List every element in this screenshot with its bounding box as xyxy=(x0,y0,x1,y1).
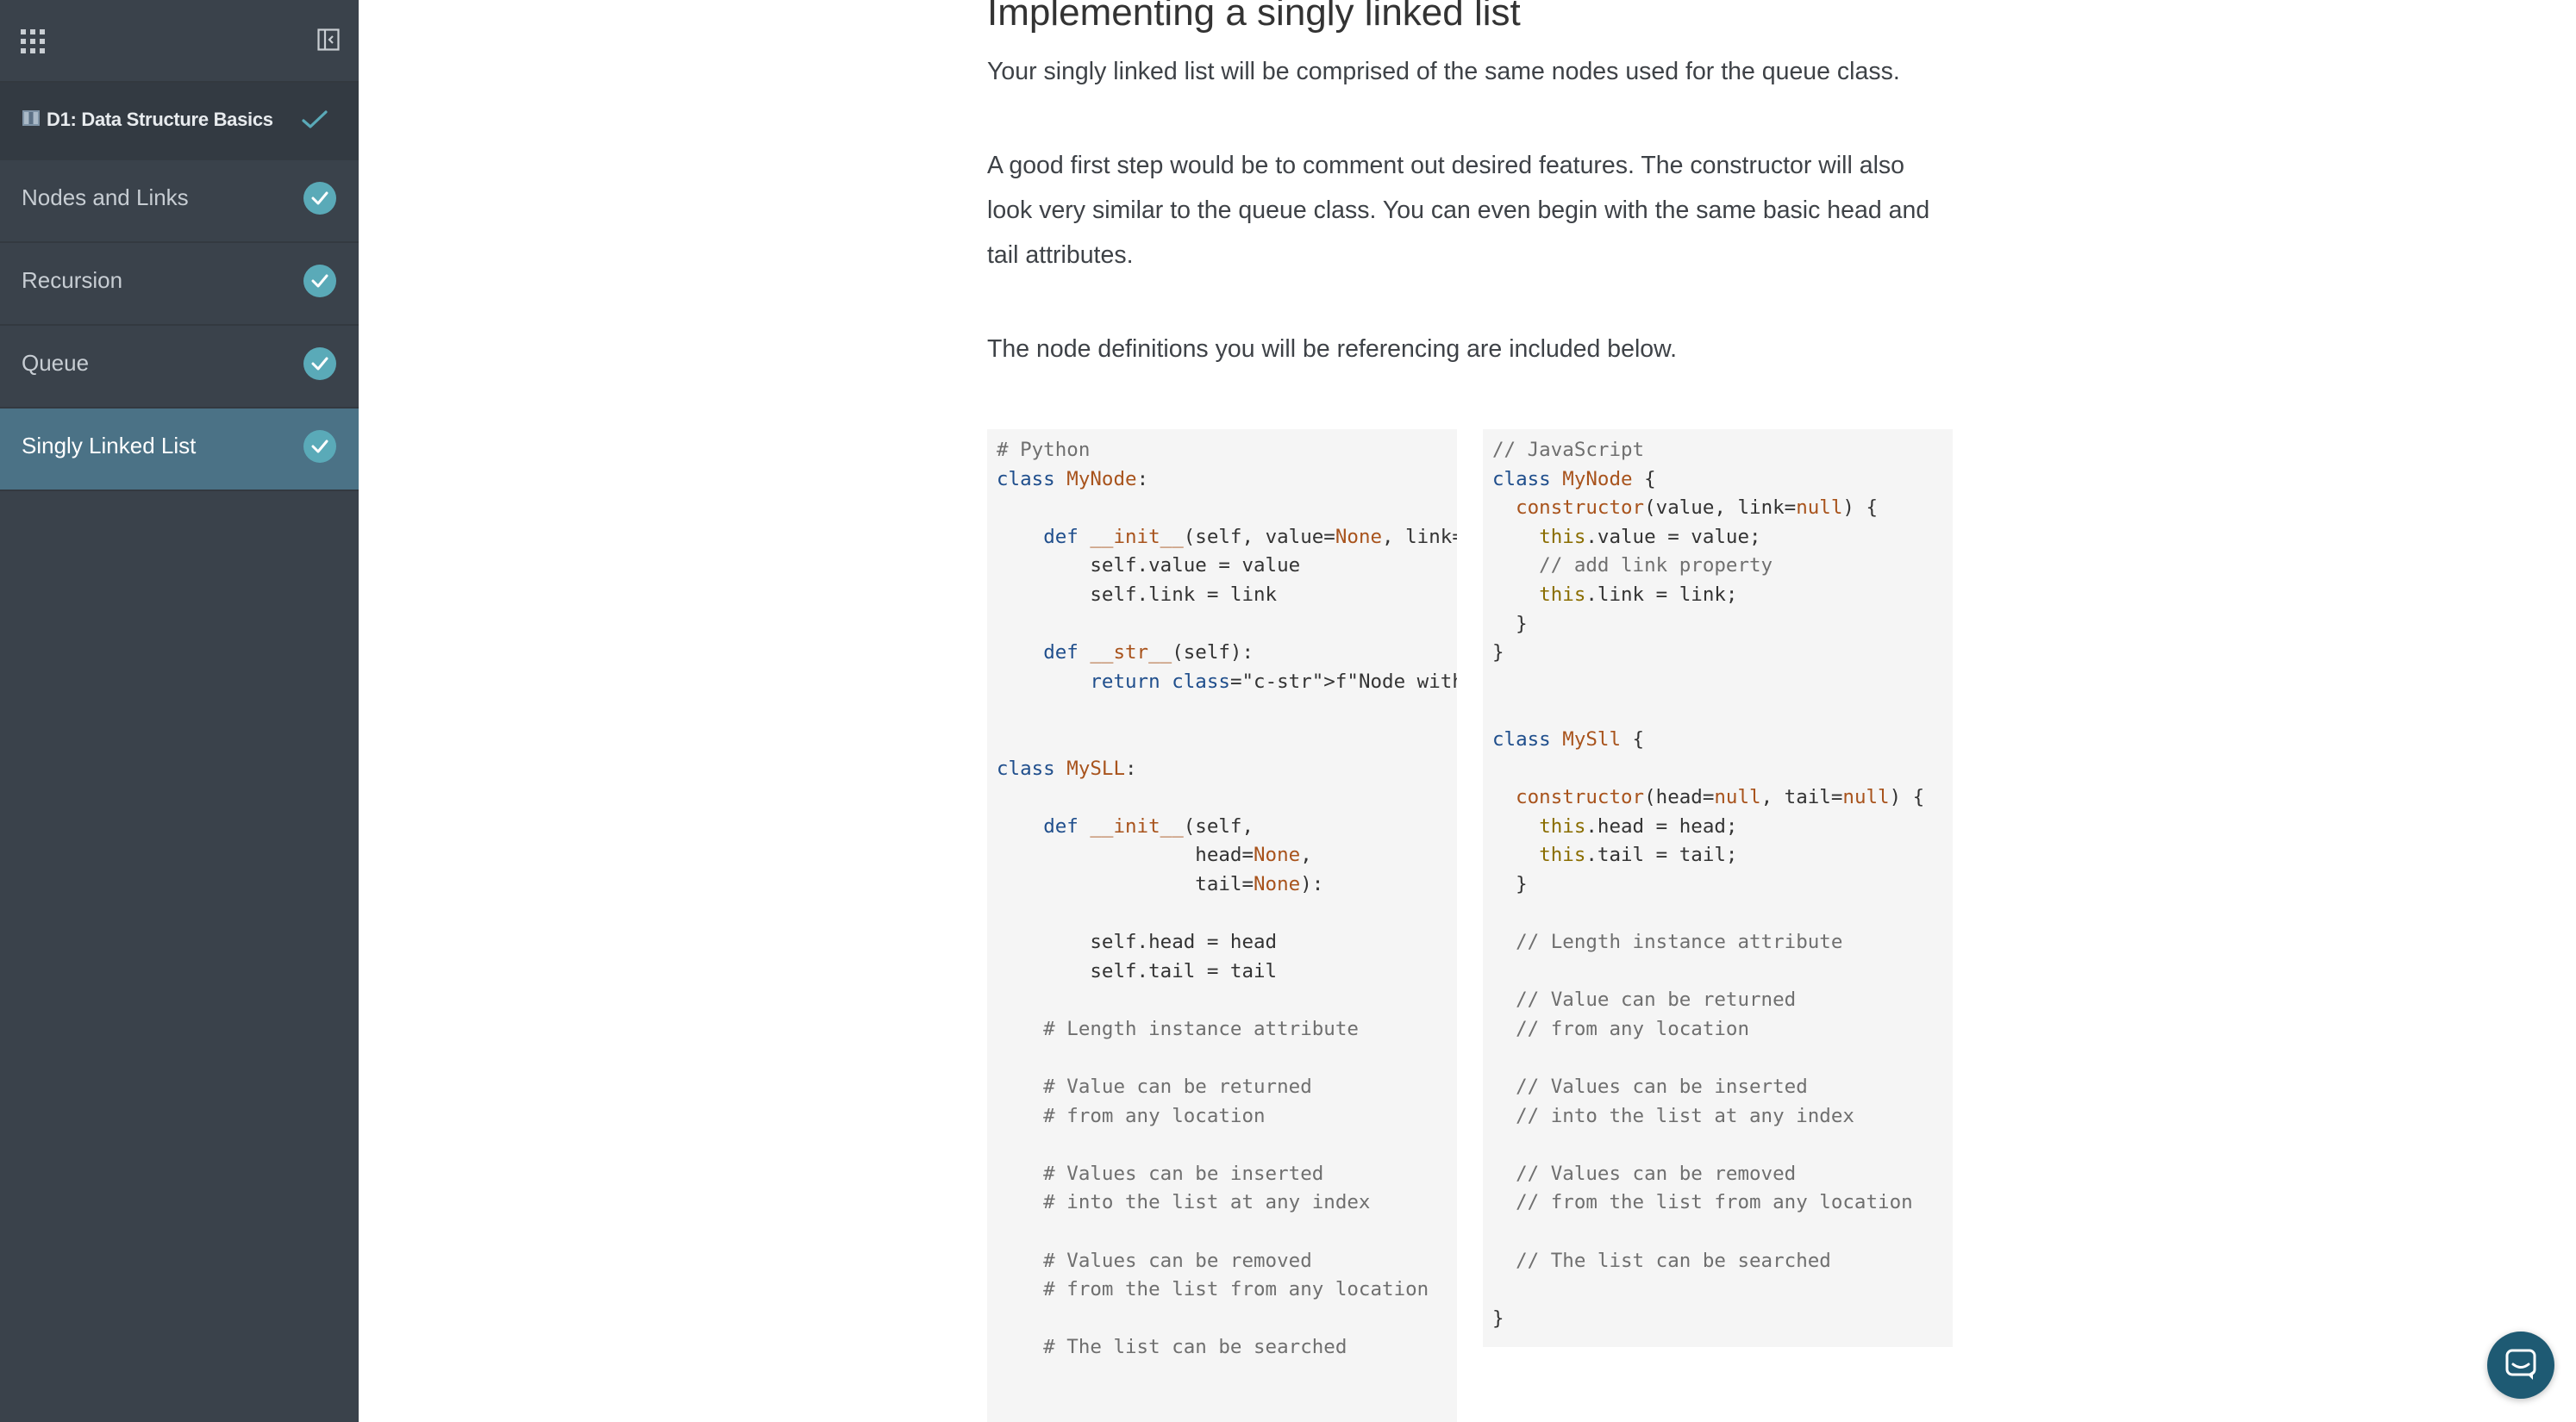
chat-launcher-button[interactable] xyxy=(2487,1332,2554,1399)
completed-check-icon xyxy=(303,182,336,215)
apps-grid-icon[interactable] xyxy=(21,29,45,53)
code-text: // JavaScript class MyNode { constructor… xyxy=(1492,439,1925,1330)
paragraph: A good first step would be to comment ou… xyxy=(987,152,1930,269)
javascript-code-block[interactable]: // JavaScript class MyNode { constructor… xyxy=(1483,429,1953,1347)
sidebar-collapse-icon[interactable] xyxy=(317,28,340,51)
chat-icon xyxy=(2505,1349,2536,1380)
sidebar-toolbar xyxy=(0,0,359,83)
module-complete-check-icon xyxy=(302,110,328,128)
completed-check-icon xyxy=(303,347,336,380)
completed-check-icon xyxy=(303,430,336,463)
module-title: D1: Data Structure Basics xyxy=(47,109,273,130)
sidebar-item-label: Singly Linked List xyxy=(22,433,197,458)
sidebar-item-queue[interactable]: Queue xyxy=(0,326,359,409)
section-heading: Implementing a singly linked list xyxy=(987,0,1521,34)
sidebar-item-singly-linked-list[interactable]: Singly Linked List xyxy=(0,409,359,491)
sidebar-item-label: Queue xyxy=(22,350,90,376)
sidebar-item-nodes-and-links[interactable]: Nodes and Links xyxy=(0,160,359,243)
completed-check-icon xyxy=(303,265,336,297)
map-flag-icon xyxy=(22,110,40,126)
paragraph: The node definitions you will be referen… xyxy=(987,335,1678,363)
sidebar-item-recursion[interactable]: Recursion xyxy=(0,243,359,326)
python-code-block[interactable]: # Python class MyNode: def __init__(self… xyxy=(987,429,1457,1422)
code-text: # Python class MyNode: def __init__(self… xyxy=(997,439,1457,1359)
paragraph: Your singly linked list will be comprise… xyxy=(987,58,1900,85)
sidebar: D1: Data Structure Basics Nodes and Link… xyxy=(0,0,359,1422)
sidebar-item-label: Recursion xyxy=(22,267,123,293)
sidebar-item-label: Nodes and Links xyxy=(22,184,189,210)
